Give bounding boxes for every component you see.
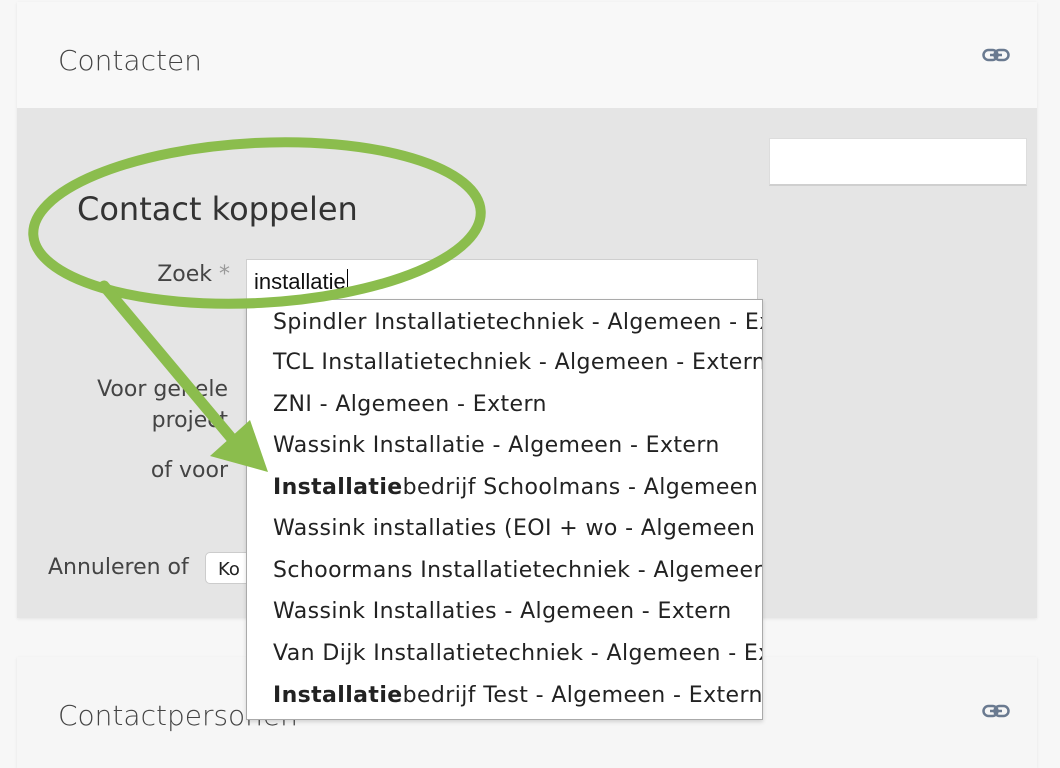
of-voor-label: of voor: [150, 458, 228, 483]
required-marker: *: [219, 262, 230, 287]
dropdown-item-text: Wassink installaties (EOI + wo - Algemee…: [273, 516, 762, 541]
dropdown-item-text: Wassink Installatie - Algemeen - Extern: [273, 433, 720, 458]
dropdown-item-text: Van Dijk Installatietechniek - Algemeen …: [273, 641, 762, 666]
autocomplete-dropdown: Spindler Installatietechniek - Algemeen …: [246, 299, 763, 720]
side-input-field[interactable]: [769, 138, 1027, 186]
dropdown-item[interactable]: Installatiebedrijf Schoolmans - Algemeen…: [273, 475, 762, 500]
dropdown-item-text: bedrijf Test - Algemeen - Extern: [402, 683, 763, 708]
dropdown-item-text: bedrijf Schoolmans - Algemeen - Extern: [402, 475, 762, 500]
link-icon[interactable]: [982, 47, 1010, 63]
dropdown-item-text: ZNI - Algemeen - Extern: [273, 392, 547, 417]
text-caret: [346, 269, 349, 293]
gehele-label-line2: project: [151, 408, 228, 433]
contacten-panel-title: Contacten: [58, 44, 202, 77]
dropdown-item-text: TCL Installatietechniek - Algemeen - Ext…: [273, 350, 763, 375]
dropdown-item[interactable]: Spindler Installatietechniek - Algemeen …: [273, 310, 762, 335]
link-icon[interactable]: [982, 703, 1010, 719]
dropdown-item[interactable]: TCL Installatietechniek - Algemeen - Ext…: [273, 350, 763, 375]
gehele-label-line1: Voor gehele: [97, 377, 228, 402]
dropdown-item[interactable]: Wassink Installatie - Algemeen - Extern: [273, 433, 720, 458]
dropdown-item-match: Installatie: [273, 683, 403, 708]
dropdown-item[interactable]: Van Dijk Installatietechniek - Algemeen …: [273, 641, 762, 666]
search-input[interactable]: installatie: [246, 259, 758, 299]
form-title: Contact koppelen: [77, 190, 358, 228]
contacten-panel-header: Contacten: [17, 2, 1037, 108]
cancel-text[interactable]: Annuleren of: [48, 555, 189, 580]
dropdown-item-text: Spindler Installatietechniek - Algemeen …: [273, 310, 762, 335]
dropdown-item-match: Installatie: [273, 475, 403, 500]
zoek-label: Zoek *: [100, 262, 230, 287]
dropdown-item[interactable]: Wassink installaties (EOI + wo - Algemee…: [273, 516, 762, 541]
dropdown-item[interactable]: Schoormans Installatietechniek - Algemee…: [273, 558, 763, 583]
dropdown-item[interactable]: Installatiebedrijf Test - Algemeen - Ext…: [273, 683, 763, 708]
dropdown-item-text: Wassink Installaties - Algemeen - Extern: [273, 599, 732, 624]
search-input-value: installatie: [254, 269, 346, 294]
dropdown-item[interactable]: Wassink Installaties - Algemeen - Extern: [273, 599, 732, 624]
gehele-project-label: Voor gehele project: [40, 374, 228, 436]
dropdown-item-text: Schoormans Installatietechniek - Algemee…: [273, 558, 763, 583]
dropdown-item[interactable]: ZNI - Algemeen - Extern: [273, 392, 547, 417]
zoek-label-text: Zoek: [157, 262, 212, 287]
